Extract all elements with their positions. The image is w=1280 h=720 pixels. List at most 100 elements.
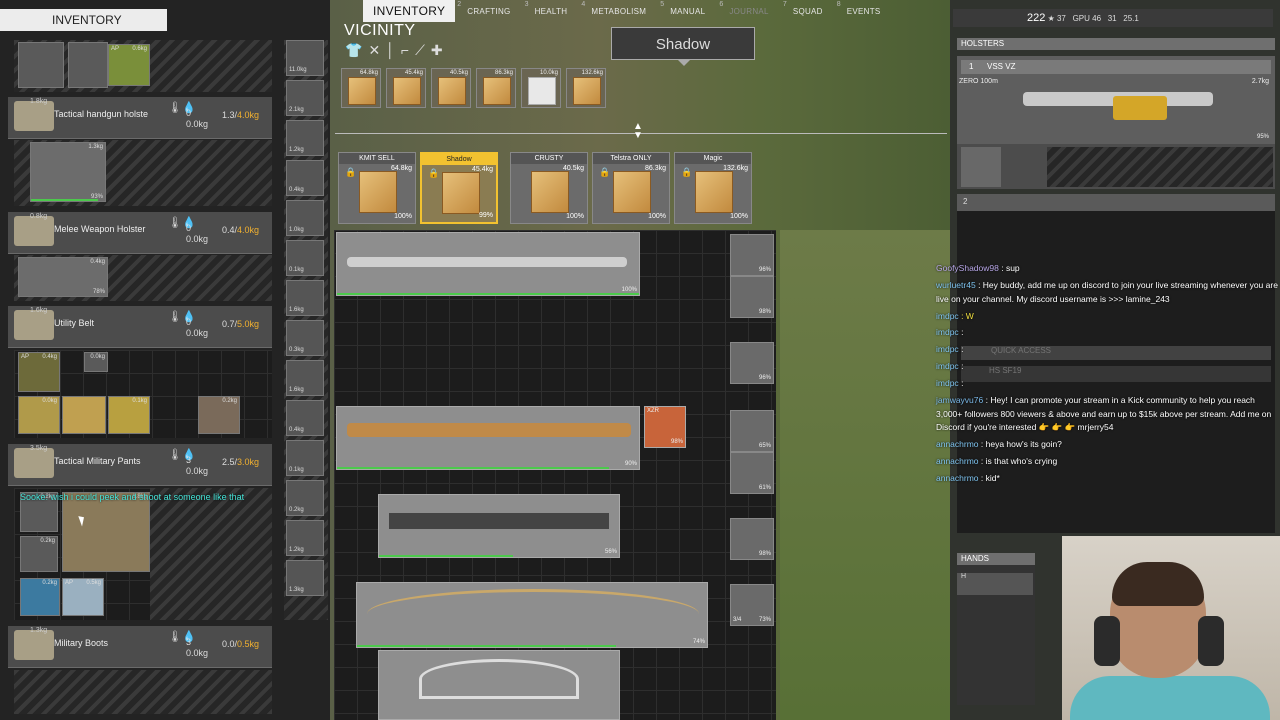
magazine-item[interactable]: 65% xyxy=(730,410,774,452)
sight-item[interactable]: 98% xyxy=(730,518,774,560)
knife-item[interactable]: 3/4 73% xyxy=(730,584,774,626)
melee-holster-icon xyxy=(14,216,54,246)
inventory-tab[interactable]: INVENTORY xyxy=(0,9,167,31)
item-weight: 1.6kg xyxy=(289,387,304,393)
chat-message: annachrmo : is that who's crying xyxy=(936,455,1280,469)
item-slot[interactable]: 0.0kg xyxy=(84,352,108,372)
rifle-icon xyxy=(389,513,609,529)
mauser-rifle-item[interactable]: 90% xyxy=(336,406,640,470)
row-stats: 3 0.0kg xyxy=(186,455,208,477)
tab-events[interactable]: 8 EVENTS xyxy=(835,0,893,22)
tools-icon[interactable]: ✕ xyxy=(368,42,380,59)
item-slot[interactable]: 0.2kg xyxy=(20,578,60,616)
sniper-rifle-item[interactable]: 100% xyxy=(336,232,640,296)
column-item[interactable]: 0.1kg xyxy=(286,240,324,276)
row-weight: 3.5kg xyxy=(30,445,48,452)
equipment-row[interactable]: 1.8kg Tactical handgun holste 🌡💧 0 0.0kg … xyxy=(8,97,272,139)
container-tab[interactable]: Telstra ONLY 🔒 86.3kg 100% xyxy=(592,152,670,224)
hands-slot[interactable]: H xyxy=(957,573,1033,595)
shirt-icon[interactable]: 👕 xyxy=(345,42,362,59)
column-item[interactable]: 0.4kg xyxy=(286,400,324,436)
tab-health[interactable]: 3 HEALTH xyxy=(523,0,580,22)
crossbow-item[interactable] xyxy=(378,650,620,720)
holster-container: 1.3kg 93% xyxy=(14,140,272,206)
ground-item[interactable]: 45.4kg xyxy=(386,68,426,108)
resize-arrows-icon[interactable]: ▲ ▼ xyxy=(633,122,643,141)
row-weight: 1.8kg xyxy=(30,98,48,105)
equipment-row[interactable]: 0.8kg Melee Weapon Holster 🌡💧 0 0.0kg 0.4… xyxy=(8,212,272,254)
column-item[interactable]: 1.3kg xyxy=(286,560,324,596)
column-item[interactable]: 1.0kg xyxy=(286,200,324,236)
container-tab[interactable]: KMIT SELL 🔒 64.8kg 100% xyxy=(338,152,416,224)
item-weight: 2.1kg xyxy=(289,107,304,113)
bow-item[interactable]: 74% xyxy=(356,582,708,648)
equipment-row[interactable]: 1.6kg Utility Belt 🌡💧 0 0.0kg 0.7/5.0kg xyxy=(8,306,272,348)
column-item[interactable]: 0.4kg xyxy=(286,160,324,196)
item-weight: 0.1kg xyxy=(289,267,304,273)
container-tab[interactable]: Magic 🔒 132.6kg 100% xyxy=(674,152,752,224)
ammo-item[interactable]: AP 0.4kg xyxy=(18,352,60,392)
clothing-item[interactable]: 1.8kg xyxy=(62,492,150,572)
knife-item[interactable]: 0.4kg 78% xyxy=(18,257,108,297)
scope-item[interactable]: 96% xyxy=(730,342,774,384)
tab-manual[interactable]: 5 MANUAL xyxy=(658,0,717,22)
pistol-item[interactable]: 1.3kg 93% xyxy=(30,142,106,202)
item-slot[interactable]: AP 0.6kg xyxy=(108,44,150,86)
chat-message: imdpc : xyxy=(936,326,1280,340)
holster-slot-1[interactable]: 1 VSS VZ ZERO 100m 2.7kg 95% xyxy=(957,56,1275,144)
gun-icon[interactable]: ⌐ xyxy=(401,42,409,59)
ammo-box-item[interactable]: XZR 98% xyxy=(644,406,686,448)
gold-item[interactable]: 0.0kg xyxy=(18,396,60,434)
ground-item[interactable]: 64.8kg xyxy=(341,68,381,108)
ground-item[interactable]: 86.3kg xyxy=(476,68,516,108)
assault-rifle-item[interactable]: 56% xyxy=(378,494,620,558)
equipment-row[interactable]: 1.3kg Military Boots 🌡💧 3 0.0kg 0.0/0.5kg xyxy=(8,626,272,668)
tab-inventory[interactable]: INVENTORY xyxy=(363,0,456,22)
holster-icon xyxy=(14,101,54,131)
ground-item[interactable]: 132.6kg xyxy=(566,68,606,108)
column-item[interactable]: 0.3kg xyxy=(286,320,324,356)
chat-user: jamwayvu76 xyxy=(936,395,984,405)
medkit-icon[interactable]: ✚ xyxy=(431,42,443,59)
container-tab-selected[interactable]: Shadow 🔒 45.4kg 99% xyxy=(420,152,498,224)
tab-journal[interactable]: 6 JOURNAL xyxy=(717,0,780,22)
column-item[interactable]: 0.2kg xyxy=(286,480,324,516)
item-weight: 0.4kg xyxy=(289,187,304,193)
item-weight: 64.8kg xyxy=(359,70,378,76)
magazine-item[interactable]: 61% xyxy=(730,452,774,494)
row-weight: 1.3kg xyxy=(30,627,48,634)
knife-icon[interactable]: │ xyxy=(386,42,395,59)
chat-user: imdpc xyxy=(936,378,959,388)
item-slot[interactable]: 0.2kg xyxy=(198,396,240,434)
tab-crafting[interactable]: 2 CRAFTING xyxy=(455,0,522,22)
ground-item[interactable]: 40.5kg xyxy=(431,68,471,108)
tab-label: JOURNAL xyxy=(729,6,769,16)
column-item[interactable]: 11.0kg xyxy=(286,40,324,76)
item-slot[interactable]: AP 0.5kg xyxy=(62,578,104,616)
column-item[interactable]: 1.6kg xyxy=(286,280,324,316)
item-slot[interactable]: 0.2kg xyxy=(20,536,58,572)
holster-slot-2[interactable]: 2 xyxy=(957,194,1275,211)
equipment-row[interactable]: 3.5kg Tactical Military Pants 🌡💧 3 0.0kg … xyxy=(8,444,272,486)
item-slot[interactable]: 0.1kg xyxy=(108,396,150,434)
column-item[interactable]: 0.1kg xyxy=(286,440,324,476)
ground-item[interactable]: 10.0kg xyxy=(521,68,561,108)
cap-used: 0.4 xyxy=(222,225,235,235)
item-slot[interactable] xyxy=(68,42,108,88)
stock-icon xyxy=(1113,96,1167,120)
magazine-slot[interactable] xyxy=(961,147,1001,187)
column-item[interactable]: 1.6kg xyxy=(286,360,324,396)
item-slot[interactable]: 98% xyxy=(730,276,774,318)
column-item[interactable]: 1.2kg xyxy=(286,520,324,556)
item-slot[interactable] xyxy=(18,42,64,88)
tab-squad[interactable]: 7 SQUAD xyxy=(781,0,835,22)
cap-used: 1.3 xyxy=(222,110,235,120)
column-item[interactable]: 1.2kg xyxy=(286,120,324,156)
item-slot[interactable]: 96% xyxy=(730,234,774,276)
inventory-panel: INVENTORY AP 0.6kg 1.8kg Tactical handgun… xyxy=(0,0,330,720)
syringe-icon[interactable]: ⟋ xyxy=(415,42,425,59)
item-slot[interactable] xyxy=(62,396,106,434)
tab-metabolism[interactable]: 4 METABOLISM xyxy=(579,0,658,22)
container-tab[interactable]: CRUSTY 40.5kg 100% xyxy=(510,152,588,224)
column-item[interactable]: 2.1kg xyxy=(286,80,324,116)
